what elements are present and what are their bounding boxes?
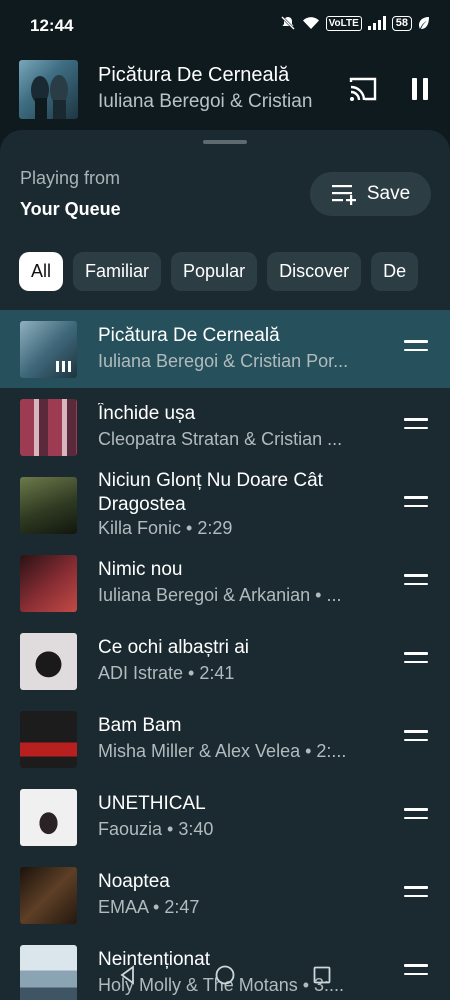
drag-handle-icon[interactable] <box>404 340 428 358</box>
album-art <box>20 633 77 690</box>
cast-icon[interactable] <box>348 74 378 104</box>
track-subtitle: Misha Miller & Alex Velea • 2:... <box>98 741 347 761</box>
chip-discover[interactable]: Discover <box>267 252 362 291</box>
queue-item[interactable]: Nimic nou Iuliana Beregoi & Arkanian • .… <box>0 544 450 622</box>
now-playing-artist: Iuliana Beregoi & Cristian <box>98 91 313 112</box>
chip-truncated[interactable]: De <box>371 252 419 291</box>
wifi-icon <box>302 17 319 29</box>
track-title: Picătura De Cerneală <box>98 325 280 346</box>
home-icon[interactable] <box>214 964 236 986</box>
album-art <box>20 789 77 846</box>
status-bar: 12:44 VoLTE 58 <box>0 0 450 54</box>
playing-from-label: Playing from <box>20 168 121 188</box>
track-subtitle: Faouzia • 3:40 <box>98 819 214 839</box>
drag-handle-icon[interactable] <box>404 418 428 436</box>
track-subtitle: EMAA • 2:47 <box>98 897 200 917</box>
album-art <box>20 711 77 768</box>
track-title: UNETHICAL <box>98 793 206 814</box>
now-playing-album-art[interactable] <box>19 60 78 119</box>
save-label: Save <box>366 183 411 204</box>
status-icons: VoLTE 58 <box>280 15 430 31</box>
leaf-icon <box>419 17 429 29</box>
battery-indicator: 58 <box>391 15 412 31</box>
recents-icon[interactable] <box>311 964 333 986</box>
pause-button[interactable] <box>405 74 435 104</box>
back-icon[interactable] <box>117 964 139 986</box>
queue-item[interactable]: Niciun Glonț Nu Doare Cât Dragostea Kill… <box>0 466 450 544</box>
queue-list: Picătura De Cerneală Iuliana Beregoi & C… <box>0 310 450 1000</box>
queue-item[interactable]: Închide ușa Cleopatra Stratan & Cristian… <box>0 388 450 466</box>
track-title: Niciun Glonț Nu Doare Cât Dragostea <box>98 470 323 515</box>
status-time: 12:44 <box>30 16 74 35</box>
volte-badge: VoLTE <box>325 15 362 31</box>
track-title: Noaptea <box>98 871 170 892</box>
track-title: Închide ușa <box>98 403 196 424</box>
queue-item[interactable]: Picătura De Cerneală Iuliana Beregoi & C… <box>0 310 450 388</box>
chip-popular[interactable]: Popular <box>171 252 258 291</box>
chip-all[interactable]: All <box>19 252 64 291</box>
album-art <box>20 321 77 378</box>
sheet-drag-handle[interactable] <box>203 140 247 144</box>
playlist-add-icon <box>331 185 356 205</box>
drag-handle-icon[interactable] <box>404 730 428 748</box>
track-title: Ce ochi albaștri ai <box>98 637 250 658</box>
track-subtitle: Killa Fonic • 2:29 <box>98 518 233 538</box>
drag-handle-icon[interactable] <box>404 808 428 826</box>
filter-chips: All Familiar Popular Discover De <box>19 252 419 291</box>
track-title: Nimic nou <box>98 559 183 580</box>
album-art <box>20 399 77 456</box>
track-subtitle: ADI Istrate • 2:41 <box>98 663 235 683</box>
drag-handle-icon[interactable] <box>404 652 428 670</box>
queue-name: Your Queue <box>20 199 121 219</box>
mute-bell-icon <box>280 16 295 30</box>
chip-familiar[interactable]: Familiar <box>73 252 162 291</box>
track-subtitle: Cleopatra Stratan & Cristian ... <box>98 429 343 449</box>
now-playing-indicator-icon <box>56 361 71 372</box>
queue-item[interactable]: UNETHICAL Faouzia • 3:40 <box>0 778 450 856</box>
now-playing-title: Picătura De Cerneală <box>98 64 290 86</box>
save-button[interactable]: Save <box>310 172 431 216</box>
drag-handle-icon[interactable] <box>404 496 428 514</box>
album-art <box>20 867 77 924</box>
system-nav-bar <box>0 950 450 1000</box>
drag-handle-icon[interactable] <box>404 574 428 592</box>
queue-sheet: Playing from Your Queue Save All Familia… <box>0 130 450 1000</box>
album-art <box>20 477 77 534</box>
signal-icon <box>367 16 386 30</box>
queue-item[interactable]: Ce ochi albaștri ai ADI Istrate • 2:41 <box>0 622 450 700</box>
queue-item[interactable]: Noaptea EMAA • 2:47 <box>0 856 450 934</box>
album-art <box>20 555 77 612</box>
queue-item[interactable]: Bam Bam Misha Miller & Alex Velea • 2:..… <box>0 700 450 778</box>
track-title: Bam Bam <box>98 715 182 736</box>
track-subtitle: Iuliana Beregoi & Cristian Por... <box>98 351 349 371</box>
drag-handle-icon[interactable] <box>404 886 428 904</box>
track-subtitle: Iuliana Beregoi & Arkanian • ... <box>98 585 342 605</box>
mini-player[interactable]: Picătura De Cerneală Iuliana Beregoi & C… <box>0 54 450 130</box>
